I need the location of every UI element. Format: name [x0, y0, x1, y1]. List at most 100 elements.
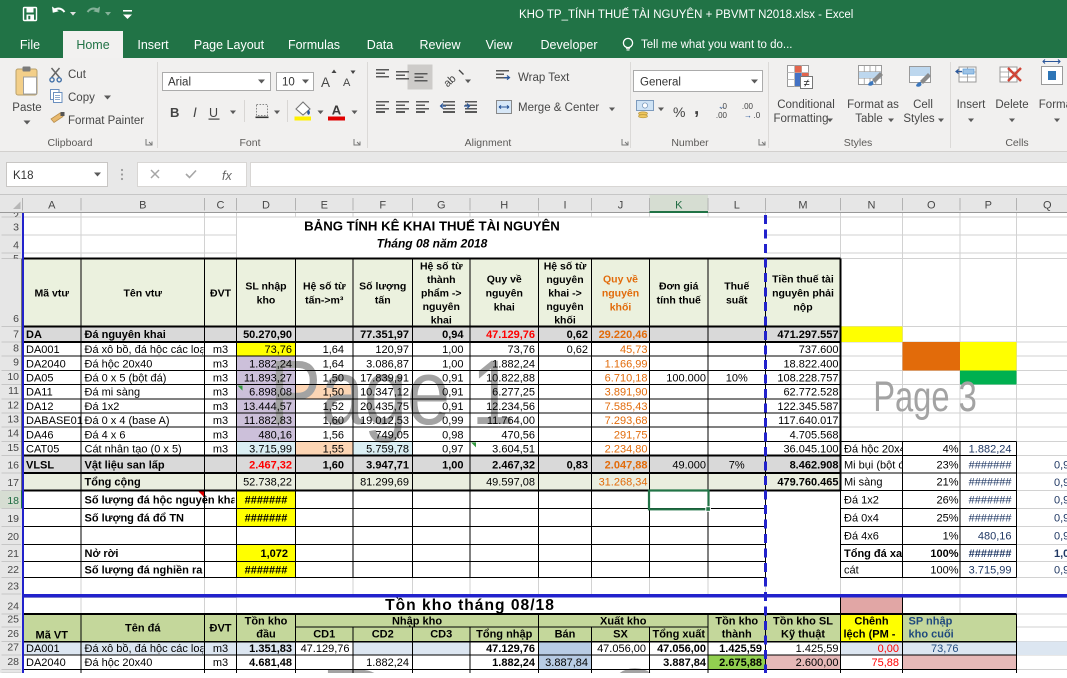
svg-text:0,62: 0,62	[567, 329, 588, 341]
svg-text:Nhập kho: Nhập kho	[392, 616, 442, 628]
svg-text:File: File	[20, 38, 40, 52]
svg-text:Đá 0 x 5 (bột đá): Đá 0 x 5 (bột đá)	[85, 372, 167, 384]
svg-text:BẢNG TÍNH KÊ KHAI THUẾ TÀI NGU: BẢNG TÍNH KÊ KHAI THUẾ TÀI NGUYÊN	[304, 219, 560, 234]
svg-text:I: I	[563, 200, 566, 212]
svg-text:DA2040: DA2040	[26, 358, 66, 370]
svg-text:1%: 1%	[943, 530, 959, 542]
svg-text:17.839,91: 17.839,91	[360, 372, 409, 384]
svg-text:Đá nguyên khai: Đá nguyên khai	[85, 329, 166, 341]
svg-text:cát: cát	[844, 564, 859, 576]
svg-text:Merge & Center: Merge & Center	[518, 102, 599, 114]
svg-text:Đá hộc 20x40: Đá hộc 20x40	[85, 358, 153, 370]
svg-text:Data: Data	[367, 38, 393, 52]
svg-text:Formulas: Formulas	[288, 38, 340, 52]
svg-text:Tổng nhập: Tổng nhập	[476, 629, 532, 641]
svg-text:Tên vtư: Tên vtư	[123, 287, 162, 299]
svg-text:Developer: Developer	[541, 38, 598, 52]
svg-text:1,64: 1,64	[323, 358, 344, 370]
svg-text:khai: khai	[494, 301, 515, 313]
svg-text:Mã vtư: Mã vtư	[35, 287, 70, 299]
svg-text:Số lượng: Số lượng	[359, 280, 406, 292]
svg-text:Arial: Arial	[168, 77, 191, 89]
svg-text:0,9: 0,9	[1054, 459, 1067, 471]
svg-text:Tồn kho SL: Tồn kho SL	[773, 616, 833, 628]
svg-text:SP nhập: SP nhập	[909, 616, 953, 628]
svg-text:1,56: 1,56	[323, 429, 344, 441]
svg-text:0,99: 0,99	[442, 415, 463, 427]
svg-text:Đá 4 x 6: Đá 4 x 6	[85, 429, 126, 441]
svg-text:20.435,75: 20.435,75	[360, 401, 409, 413]
svg-text:28: 28	[7, 656, 19, 668]
svg-text:73,76: 73,76	[507, 344, 535, 356]
svg-text:1,64: 1,64	[323, 344, 344, 356]
svg-text:1,00: 1,00	[442, 459, 463, 471]
svg-text:81.299,69: 81.299,69	[360, 477, 409, 489]
svg-text:7%: 7%	[729, 459, 745, 471]
svg-text:0,91: 0,91	[442, 372, 463, 384]
svg-text:#######: #######	[245, 494, 288, 506]
svg-text:khai ->: khai ->	[548, 287, 582, 299]
svg-text:Đơn giá: Đơn giá	[659, 280, 699, 292]
svg-text:m3: m3	[213, 401, 228, 413]
svg-text:#######: #######	[969, 459, 1013, 471]
svg-text:1.882,24: 1.882,24	[969, 443, 1012, 455]
svg-text:19: 19	[7, 513, 19, 525]
svg-text:117.640.017: 117.640.017	[778, 415, 838, 427]
svg-text:471.297.557: 471.297.557	[777, 329, 838, 341]
svg-text:m3: m3	[213, 429, 228, 441]
svg-text:10.822,88: 10.822,88	[486, 372, 535, 384]
svg-text:B: B	[139, 200, 146, 212]
svg-text:47.129,76: 47.129,76	[301, 643, 350, 655]
svg-text:L: L	[734, 200, 740, 212]
svg-text:0,9: 0,9	[1054, 495, 1067, 507]
svg-text:SL nhập: SL nhập	[245, 280, 286, 292]
svg-text:CD3: CD3	[430, 629, 452, 641]
svg-text:18: 18	[7, 495, 19, 507]
svg-text:N: N	[868, 200, 876, 212]
svg-text:47.056,00: 47.056,00	[597, 643, 646, 655]
svg-text:2.234,80: 2.234,80	[605, 443, 648, 455]
svg-text:19.012,53: 19.012,53	[360, 415, 409, 427]
svg-text:khai: khai	[431, 314, 452, 326]
svg-text:tấn: tấn	[375, 294, 391, 306]
svg-text:phẩm ->: phẩm ->	[421, 287, 462, 299]
svg-text:Quy về: Quy về	[487, 273, 522, 285]
svg-text:11.764,00: 11.764,00	[487, 415, 535, 427]
svg-text:23%: 23%	[936, 459, 958, 471]
svg-text:6.277,25: 6.277,25	[492, 387, 535, 399]
svg-text:1.882,24: 1.882,24	[249, 358, 292, 370]
svg-text:7.293,68: 7.293,68	[605, 415, 648, 427]
svg-text:Conditional: Conditional	[777, 99, 835, 111]
svg-text:0,9: 0,9	[1054, 513, 1067, 525]
svg-text:26%: 26%	[936, 494, 958, 506]
svg-text:nguyên: nguyên	[602, 287, 639, 299]
svg-text:Đá xô bồ, đá hộc các loại: Đá xô bồ, đá hộc các loại	[85, 643, 209, 655]
svg-text:.0: .0	[754, 111, 761, 120]
svg-text:0,9: 0,9	[1054, 531, 1067, 543]
svg-text:Kỹ thuật: Kỹ thuật	[781, 629, 825, 641]
svg-text:36.045.100: 36.045.100	[783, 443, 838, 455]
svg-text:8.462.908: 8.462.908	[790, 459, 839, 471]
svg-text:#######: #######	[969, 512, 1013, 524]
svg-text:11.893,27: 11.893,27	[244, 372, 292, 384]
svg-text:ĐVT: ĐVT	[210, 287, 232, 299]
svg-text:Hệ số từ: Hệ số từ	[420, 260, 463, 272]
svg-text:A: A	[343, 77, 351, 89]
svg-text:480,16: 480,16	[978, 530, 1012, 542]
svg-text:73,76: 73,76	[264, 344, 292, 356]
svg-text:1.166,99: 1.166,99	[605, 358, 648, 370]
svg-text:24: 24	[7, 600, 19, 612]
svg-text:2.600,00: 2.600,00	[796, 657, 839, 669]
svg-text:18.822.400: 18.822.400	[783, 358, 838, 370]
svg-text:6: 6	[13, 313, 19, 325]
svg-text:Cells: Cells	[1005, 137, 1028, 149]
svg-text:.00: .00	[716, 111, 728, 120]
svg-text:VLSL: VLSL	[26, 459, 54, 471]
svg-text:m3: m3	[213, 415, 228, 427]
svg-text:Wrap Text: Wrap Text	[518, 72, 570, 84]
svg-text:nguyên phải: nguyên phải	[772, 287, 834, 299]
svg-text:1.882,24: 1.882,24	[366, 657, 409, 669]
svg-text:11.882,83: 11.882,83	[244, 415, 292, 427]
svg-text:Đá 4x6: Đá 4x6	[844, 530, 879, 542]
svg-text:Cát nhân tạo (0 x 5): Cát nhân tạo (0 x 5)	[85, 443, 182, 455]
